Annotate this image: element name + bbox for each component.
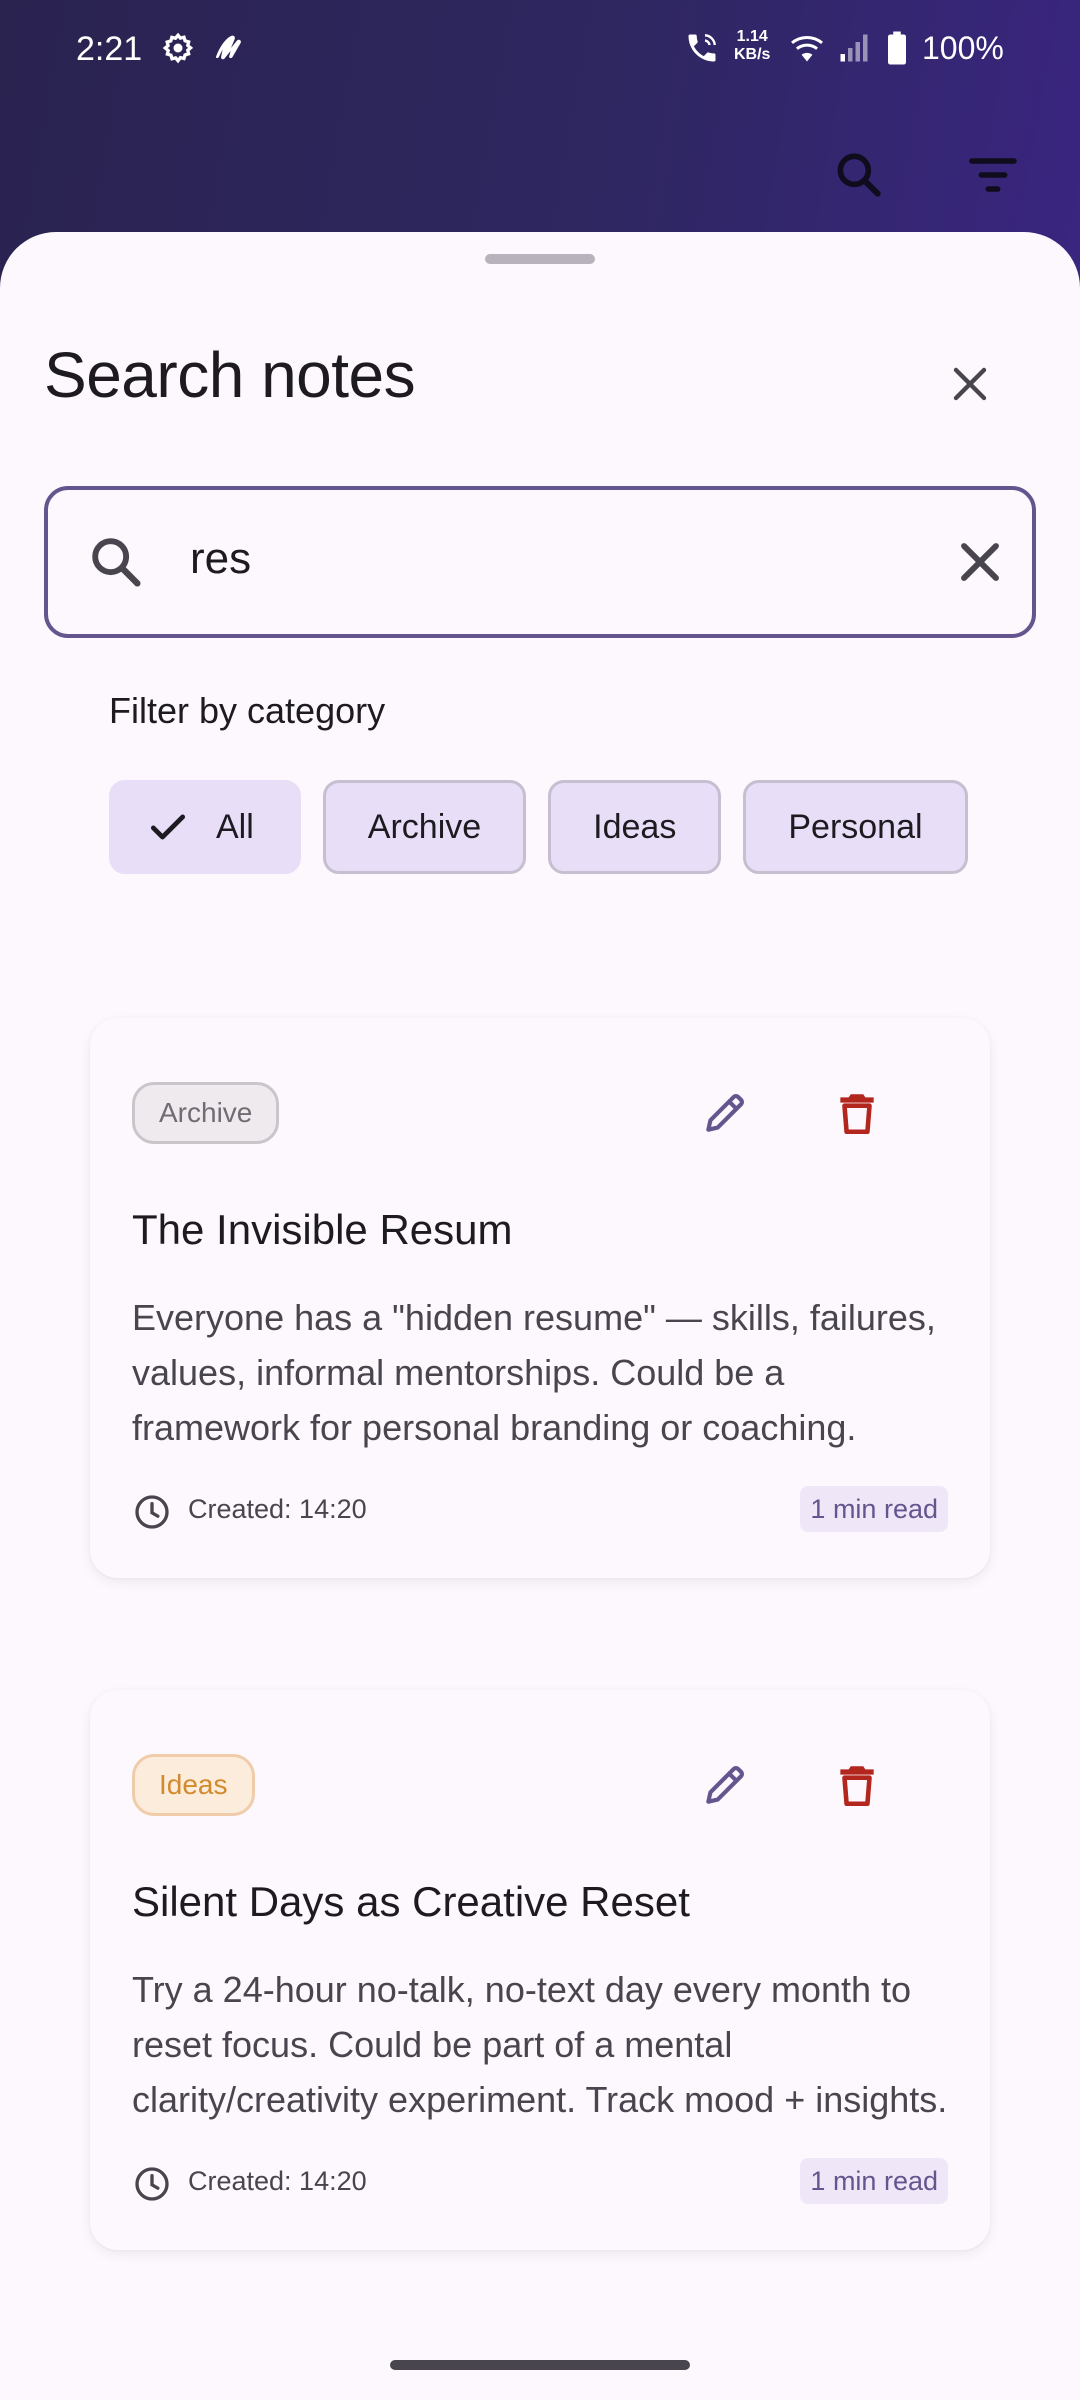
status-bar: 2:21 1.14 KB/s 100% (0, 0, 1080, 100)
trash-icon (832, 1760, 882, 1810)
drag-handle[interactable] (485, 254, 595, 264)
cell-signal-icon (836, 30, 872, 71)
clear-search-button[interactable] (948, 530, 1012, 599)
edit-button[interactable] (690, 1750, 760, 1820)
note-card[interactable]: Archive The Invisible Resum Everyone has… (90, 1018, 990, 1578)
category-badge: Ideas (132, 1754, 255, 1816)
created-time: Created: 14:20 (188, 2166, 367, 2196)
category-chip-row: All Archive Ideas Personal (109, 780, 968, 874)
delete-button[interactable] (822, 1078, 892, 1148)
filter-label: Filter by category (109, 690, 386, 731)
search-icon (84, 530, 148, 599)
read-time-badge: 1 min read (800, 2158, 948, 2204)
sheet-title: Search notes (44, 339, 416, 411)
close-icon (946, 360, 994, 408)
gear-icon (160, 30, 196, 71)
net-speed-value: 1.14 (736, 28, 768, 45)
note-preview: Everyone has a "hidden resume" — skills,… (132, 1297, 936, 1448)
chip-label: Personal (788, 807, 923, 846)
filter-icon[interactable] (958, 140, 1028, 210)
clock-icon (132, 2164, 172, 2204)
delete-button[interactable] (822, 1750, 892, 1820)
note-preview: Try a 24-hour no-talk, no-text day every… (132, 1969, 948, 2120)
chip-archive[interactable]: Archive (322, 780, 527, 874)
note-title: The Invisible Resum (132, 1206, 513, 1253)
close-button[interactable] (930, 344, 1010, 424)
net-speed-unit: KB/s (734, 46, 771, 63)
search-query[interactable]: res (190, 534, 251, 584)
check-icon (146, 805, 190, 849)
home-indicator[interactable] (390, 2360, 690, 2370)
created-time: Created: 14:20 (188, 1494, 367, 1524)
battery-icon (884, 30, 910, 71)
pencil-icon (700, 1088, 750, 1138)
trash-icon (832, 1088, 882, 1138)
note-title: Silent Days as Creative Reset (132, 1878, 690, 1925)
category-badge: Archive (132, 1082, 280, 1144)
battery-percent: 100% (922, 30, 1004, 66)
chip-personal[interactable]: Personal (743, 780, 968, 874)
status-time: 2:21 (76, 30, 143, 68)
chip-ideas[interactable]: Ideas (548, 780, 722, 874)
search-input[interactable]: res (44, 486, 1036, 638)
wifi-icon (788, 30, 826, 71)
clock-icon (132, 1492, 172, 1532)
wifi-call-icon (684, 30, 720, 71)
chip-label: All (216, 807, 254, 846)
search-icon[interactable] (824, 140, 894, 210)
chip-label: Archive (367, 807, 482, 846)
edit-button[interactable] (690, 1078, 760, 1148)
app-notification-icon (210, 30, 246, 71)
pencil-icon (700, 1760, 750, 1810)
chip-all[interactable]: All (109, 780, 301, 874)
note-card[interactable]: Ideas Silent Days as Creative Reset Try … (90, 1690, 990, 2250)
net-speed: 1.14 KB/s (734, 28, 770, 64)
chip-label: Ideas (593, 807, 677, 846)
read-time-badge: 1 min read (800, 1486, 948, 1532)
